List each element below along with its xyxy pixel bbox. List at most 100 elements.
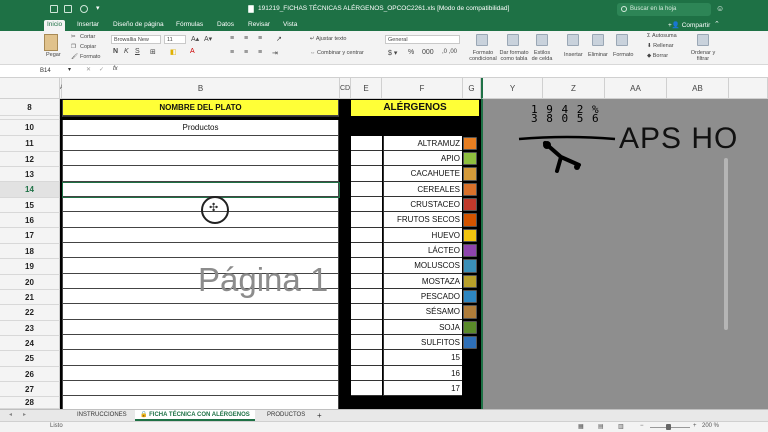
plato-row-cell[interactable] <box>62 320 339 335</box>
row-header[interactable]: 18 <box>0 244 60 259</box>
tab-datos[interactable]: Datos <box>214 20 237 29</box>
alergeno-check-cell[interactable] <box>351 335 382 350</box>
conditional-format-icon[interactable] <box>476 34 488 46</box>
home-icon[interactable] <box>64 5 72 13</box>
alergeno-check-cell[interactable] <box>351 228 382 243</box>
plato-row-cell[interactable] <box>62 228 339 243</box>
cell-styles-icon[interactable] <box>536 34 548 46</box>
autosum-button[interactable]: Σ Autosuma <box>647 33 677 39</box>
chevron-down-icon[interactable]: ▾ <box>96 4 100 12</box>
sheet-tab-instrucciones[interactable]: INSTRUCCIONES <box>72 410 132 421</box>
align-right-icon[interactable]: ≡ <box>258 49 262 56</box>
borders-icon[interactable]: ⊞ <box>150 48 156 56</box>
fx-icon[interactable]: fx <box>113 66 118 72</box>
wrap-text-button[interactable]: ↵ Ajustar texto <box>310 36 346 42</box>
normal-view-icon[interactable]: ▦ <box>578 423 584 430</box>
vertical-scrollbar[interactable] <box>724 158 728 330</box>
row-header[interactable]: 27 <box>0 382 60 397</box>
row-header[interactable]: 10 <box>0 120 60 136</box>
align-middle-icon[interactable]: ≡ <box>244 35 248 42</box>
row-header[interactable]: 12 <box>0 152 60 167</box>
plato-row-cell[interactable] <box>62 243 339 258</box>
row-header[interactable]: 22 <box>0 305 60 321</box>
page-break-icon[interactable]: ▥ <box>618 423 624 430</box>
alergeno-name[interactable]: PESCADO <box>383 289 462 304</box>
row-header[interactable]: 21 <box>0 290 60 305</box>
cell-styles-button[interactable]: Estilos de celda <box>531 50 553 62</box>
alergeno-check-cell[interactable] <box>351 212 382 228</box>
column-header-g[interactable]: G <box>463 78 481 99</box>
alergeno-name[interactable]: LÁCTEO <box>383 243 462 258</box>
delete-cells-icon[interactable] <box>592 34 604 46</box>
nav-prev-sheet-icon[interactable]: ◂ <box>4 410 17 421</box>
column-header-f[interactable]: F <box>382 78 463 99</box>
sort-filter-icon[interactable] <box>697 34 709 46</box>
format-cells-icon[interactable] <box>616 34 628 46</box>
sheet-grid[interactable]: A B CD E F G Y Z AA AB 81011121314151617… <box>0 78 768 409</box>
delete-button[interactable]: Eliminar <box>588 52 608 58</box>
plato-header[interactable]: NOMBRE DEL PLATO <box>62 100 339 116</box>
select-all-corner[interactable] <box>0 78 60 99</box>
font-color-icon[interactable]: A <box>190 48 195 55</box>
row-header[interactable]: 14 <box>0 182 60 198</box>
plato-row-cell[interactable] <box>62 304 339 320</box>
row-header[interactable]: 19 <box>0 259 60 275</box>
row-header[interactable]: 28 <box>0 397 60 409</box>
increase-font-icon[interactable]: A▴ <box>191 35 199 43</box>
nav-next-sheet-icon[interactable]: ▸ <box>18 410 31 421</box>
decrease-font-icon[interactable]: A▾ <box>204 35 212 43</box>
plato-row-cell[interactable] <box>62 381 339 396</box>
column-header-z[interactable]: Z <box>543 78 605 99</box>
row-header[interactable]: 26 <box>0 367 60 382</box>
alergeno-name[interactable]: APIO <box>383 151 462 166</box>
font-size-select[interactable]: 11 <box>164 35 186 44</box>
copy-button[interactable]: Copiar <box>80 44 96 50</box>
conditional-format-button[interactable]: Formato condicional <box>469 50 497 62</box>
zoom-out-icon[interactable]: − <box>640 423 644 429</box>
alergeno-name[interactable]: CRUSTACEO <box>383 197 462 212</box>
insert-cells-icon[interactable] <box>567 34 579 46</box>
bold-button[interactable]: N <box>113 48 118 55</box>
tab-revisar[interactable]: Revisar <box>245 20 273 29</box>
selected-cell-b14[interactable] <box>62 182 340 198</box>
plato-row-cell[interactable] <box>62 212 339 228</box>
zoom-in-icon[interactable]: + <box>693 423 697 429</box>
decimals-icon[interactable]: ,0 ,00 <box>442 49 457 55</box>
alergeno-check-cell[interactable] <box>351 274 382 289</box>
column-header-y[interactable]: Y <box>481 78 543 99</box>
align-center-icon[interactable]: ≡ <box>244 49 248 56</box>
confirm-icon[interactable]: ✓ <box>99 66 104 73</box>
underline-button[interactable]: S <box>135 48 140 55</box>
alergeno-name[interactable]: SULFITOS <box>383 335 462 350</box>
alergeno-check-cell[interactable] <box>351 350 382 366</box>
italic-button[interactable]: K <box>124 48 129 55</box>
share-button[interactable]: +👤 Compartir <box>668 21 710 29</box>
orientation-icon[interactable]: ↗ <box>276 35 282 43</box>
alergeno-name[interactable]: MOLUSCOS <box>383 258 462 274</box>
cancel-icon[interactable]: ✕ <box>86 66 91 73</box>
add-sheet-icon[interactable]: + <box>312 410 327 421</box>
row-header[interactable]: 17 <box>0 228 60 244</box>
chevron-up-icon[interactable]: ⌃ <box>714 20 720 28</box>
currency-icon[interactable]: $ ▾ <box>388 49 397 57</box>
column-header-e[interactable]: E <box>351 78 382 99</box>
alergeno-name[interactable]: 15 <box>383 350 462 366</box>
align-left-icon[interactable]: ≡ <box>230 49 234 56</box>
font-name-select[interactable]: Browallia New <box>111 35 161 44</box>
save-icon[interactable] <box>50 5 58 13</box>
row-header[interactable]: 15 <box>0 198 60 213</box>
align-top-icon[interactable]: ≡ <box>230 35 234 42</box>
column-header-cd[interactable]: CD <box>340 78 351 99</box>
alergeno-name[interactable]: CACAHUETE <box>383 166 462 182</box>
format-as-table-icon[interactable] <box>507 34 519 46</box>
tab-formulas[interactable]: Fórmulas <box>173 20 206 29</box>
row-header[interactable]: 8 <box>0 99 60 116</box>
indent-icon[interactable]: ⇥ <box>272 49 278 57</box>
tab-diseno-pagina[interactable]: Diseño de página <box>110 20 167 29</box>
alergeno-check-cell[interactable] <box>351 366 382 381</box>
zoom-slider-thumb[interactable] <box>666 424 671 430</box>
insert-button[interactable]: Insertar <box>564 52 583 58</box>
alergeno-name[interactable]: HUEVO <box>383 228 462 243</box>
column-header-aa[interactable]: AA <box>605 78 667 99</box>
alergenos-header[interactable]: ALÉRGENOS <box>351 100 479 116</box>
